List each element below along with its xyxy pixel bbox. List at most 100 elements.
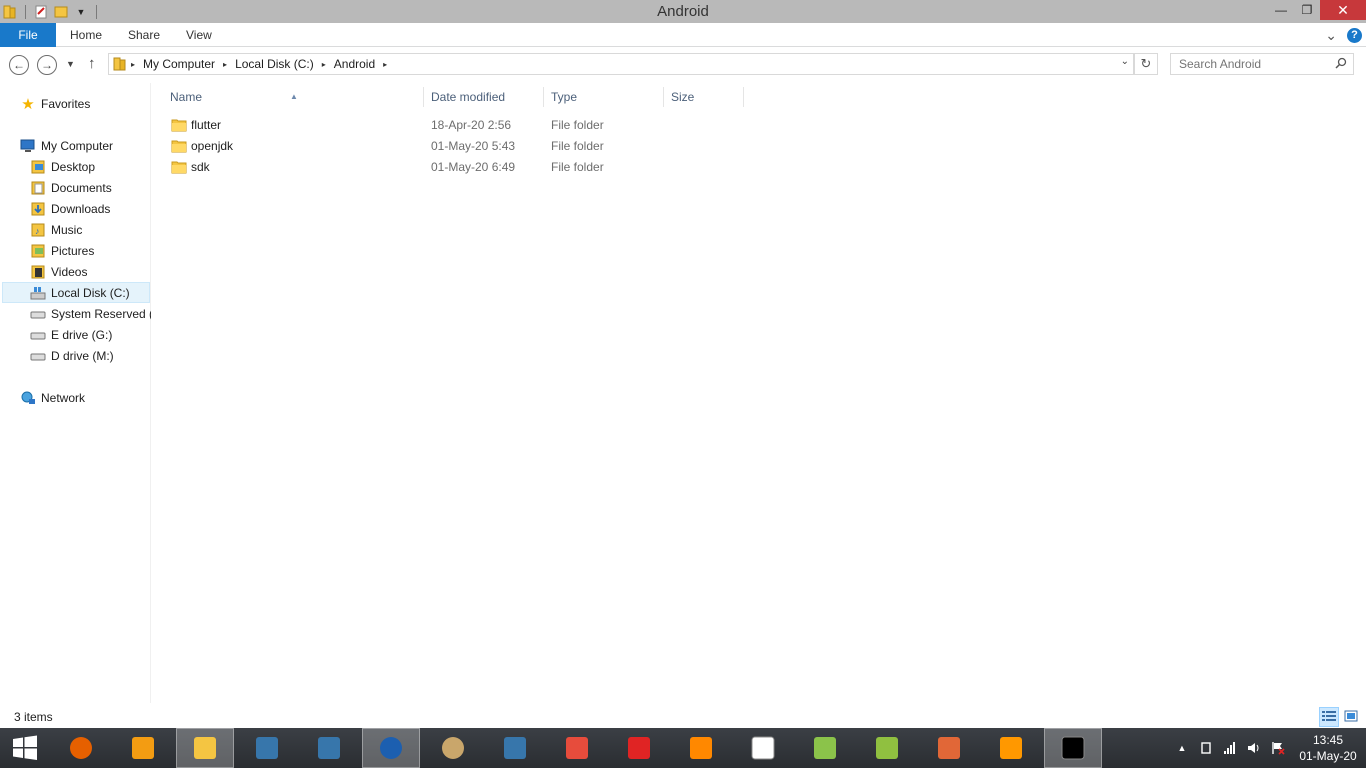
help-icon[interactable]: ? xyxy=(1347,28,1362,43)
sidebar-item-network[interactable]: Network xyxy=(20,387,85,408)
sidebar-item-music[interactable]: ♪ Music xyxy=(30,219,82,240)
up-arrow-icon[interactable]: ↑ xyxy=(88,55,96,72)
search-box[interactable] xyxy=(1170,53,1354,75)
taskbar-app-button[interactable] xyxy=(114,728,172,768)
music-icon: ♪ xyxy=(30,222,46,238)
file-date: 01-May-20 5:43 xyxy=(431,139,516,153)
sidebar-item-local-disk[interactable]: Local Disk (C:) xyxy=(2,282,150,303)
breadcrumb-separator[interactable]: ▸ xyxy=(127,60,139,69)
file-name[interactable]: openjdk xyxy=(191,139,233,153)
breadcrumb-local-disk[interactable]: Local Disk (C:) xyxy=(231,57,318,71)
search-icon[interactable] xyxy=(1335,57,1347,72)
show-hidden-icons-icon[interactable]: ▲ xyxy=(1170,728,1194,768)
taskbar-app-button[interactable] xyxy=(734,728,792,768)
taskbar-app-button[interactable] xyxy=(858,728,916,768)
volume-icon[interactable] xyxy=(1242,728,1266,768)
address-dropdown-chevron-icon[interactable]: ⌄ xyxy=(1121,56,1129,67)
navigation-bar: ← → ▼ ↑ ▸ My Computer ▸ Local Disk (C:) … xyxy=(0,47,1366,83)
expand-ribbon-chevron-icon[interactable]: ⌄ xyxy=(1325,27,1337,44)
column-header-label: Name xyxy=(170,90,203,104)
sidebar-item-desktop[interactable]: Desktop xyxy=(30,156,95,177)
column-header-size[interactable]: Size xyxy=(664,85,744,109)
system-tray: ▲ 13:45 01-May-20 xyxy=(1170,728,1366,768)
computer-icon xyxy=(20,138,36,154)
vlc-icon xyxy=(686,733,716,763)
start-button[interactable] xyxy=(0,728,50,768)
taskbar-app-button[interactable] xyxy=(424,728,482,768)
table-row[interactable]: flutter 18-Apr-20 2:56 File folder xyxy=(166,115,746,136)
action-center-flag-icon[interactable] xyxy=(1266,728,1290,768)
desktop-icon xyxy=(30,159,46,175)
taskbar-app-button[interactable] xyxy=(672,728,730,768)
command-prompt-icon xyxy=(1058,733,1088,763)
table-row[interactable]: sdk 01-May-20 6:49 File folder xyxy=(166,157,746,178)
videos-icon xyxy=(30,264,46,280)
column-header-name[interactable]: Name ▲ xyxy=(152,85,424,109)
breadcrumb-my-computer[interactable]: My Computer xyxy=(139,57,219,71)
sort-ascending-icon: ▲ xyxy=(290,92,298,101)
svg-text:♪: ♪ xyxy=(35,226,40,236)
recent-locations-chevron-icon[interactable]: ▼ xyxy=(66,59,75,69)
sidebar-item-pictures[interactable]: Pictures xyxy=(30,240,94,261)
taskbar-app-button[interactable] xyxy=(362,728,420,768)
large-icons-view-button[interactable] xyxy=(1341,707,1361,727)
file-name[interactable]: flutter xyxy=(191,118,221,132)
sidebar-item-favorites[interactable]: ★ Favorites xyxy=(20,93,90,114)
maximize-button[interactable]: ❐ xyxy=(1294,0,1320,20)
breadcrumb-android[interactable]: Android xyxy=(330,57,379,71)
sidebar-item-videos[interactable]: Videos xyxy=(30,261,87,282)
usb-device-icon[interactable] xyxy=(1194,728,1218,768)
table-row[interactable]: openjdk 01-May-20 5:43 File folder xyxy=(166,136,746,157)
sidebar-item-my-computer[interactable]: My Computer xyxy=(20,135,113,156)
tab-home[interactable]: Home xyxy=(70,23,102,47)
forward-button[interactable]: → xyxy=(37,55,57,75)
tab-share[interactable]: Share xyxy=(128,23,160,47)
taskbar-app-button[interactable] xyxy=(796,728,854,768)
file-name[interactable]: sdk xyxy=(191,160,210,174)
column-header-date[interactable]: Date modified xyxy=(424,85,544,109)
sidebar-item-label: Downloads xyxy=(51,201,111,216)
taskbar-app-button[interactable] xyxy=(1044,728,1102,768)
status-bar: 3 items xyxy=(0,705,1366,728)
taskbar-app-button[interactable] xyxy=(300,728,358,768)
tab-file[interactable]: File xyxy=(0,23,56,47)
refresh-button[interactable]: ↻ xyxy=(1134,53,1158,75)
back-button[interactable]: ← xyxy=(9,55,29,75)
taskbar-app-button[interactable] xyxy=(610,728,668,768)
sidebar-item-documents[interactable]: Documents xyxy=(30,177,112,198)
address-bar[interactable]: ▸ My Computer ▸ Local Disk (C:) ▸ Androi… xyxy=(108,53,1134,75)
breadcrumb-separator[interactable]: ▸ xyxy=(379,60,391,69)
details-view-button[interactable] xyxy=(1319,707,1339,727)
breadcrumb-separator[interactable]: ▸ xyxy=(318,60,330,69)
signal-strength-icon[interactable] xyxy=(1218,728,1242,768)
folder-location-icon xyxy=(113,57,127,71)
folder-icon xyxy=(171,161,187,174)
clock[interactable]: 13:45 01-May-20 xyxy=(1290,732,1366,764)
taskbar-app-button[interactable] xyxy=(982,728,1040,768)
taskbar-app-button[interactable] xyxy=(548,728,606,768)
title-bar: ▼ Android — ❐ ✕ xyxy=(0,0,1366,23)
sidebar-item-d-drive[interactable]: D drive (M:) xyxy=(30,345,114,366)
taskbar-app-button[interactable] xyxy=(486,728,544,768)
arrow-right-icon: → xyxy=(41,58,53,72)
window-title: Android xyxy=(657,3,709,20)
arrow-left-icon: ← xyxy=(13,58,25,72)
taskbar-app-button[interactable] xyxy=(176,728,234,768)
taskbar: ▲ 13:45 01-May-20 xyxy=(0,728,1366,768)
sidebar-item-e-drive[interactable]: E drive (G:) xyxy=(30,324,112,345)
taskbar-app-button[interactable] xyxy=(238,728,296,768)
taskbar-app-button[interactable] xyxy=(52,728,110,768)
sidebar-item-downloads[interactable]: Downloads xyxy=(30,198,110,219)
column-header-type[interactable]: Type xyxy=(544,85,664,109)
column-divider[interactable] xyxy=(743,87,744,107)
sidebar-item-label: E drive (G:) xyxy=(51,327,113,342)
close-button[interactable]: ✕ xyxy=(1320,0,1366,20)
sidebar-item-label: System Reserved (D xyxy=(51,306,151,321)
search-input[interactable] xyxy=(1171,54,1321,74)
taskbar-app-button[interactable] xyxy=(920,728,978,768)
breadcrumb-separator[interactable]: ▸ xyxy=(219,60,231,69)
sidebar-item-system-reserved[interactable]: System Reserved (D xyxy=(30,303,151,324)
tab-view[interactable]: View xyxy=(186,23,212,47)
sidebar-item-label: Documents xyxy=(51,180,112,195)
minimize-button[interactable]: — xyxy=(1268,0,1294,20)
